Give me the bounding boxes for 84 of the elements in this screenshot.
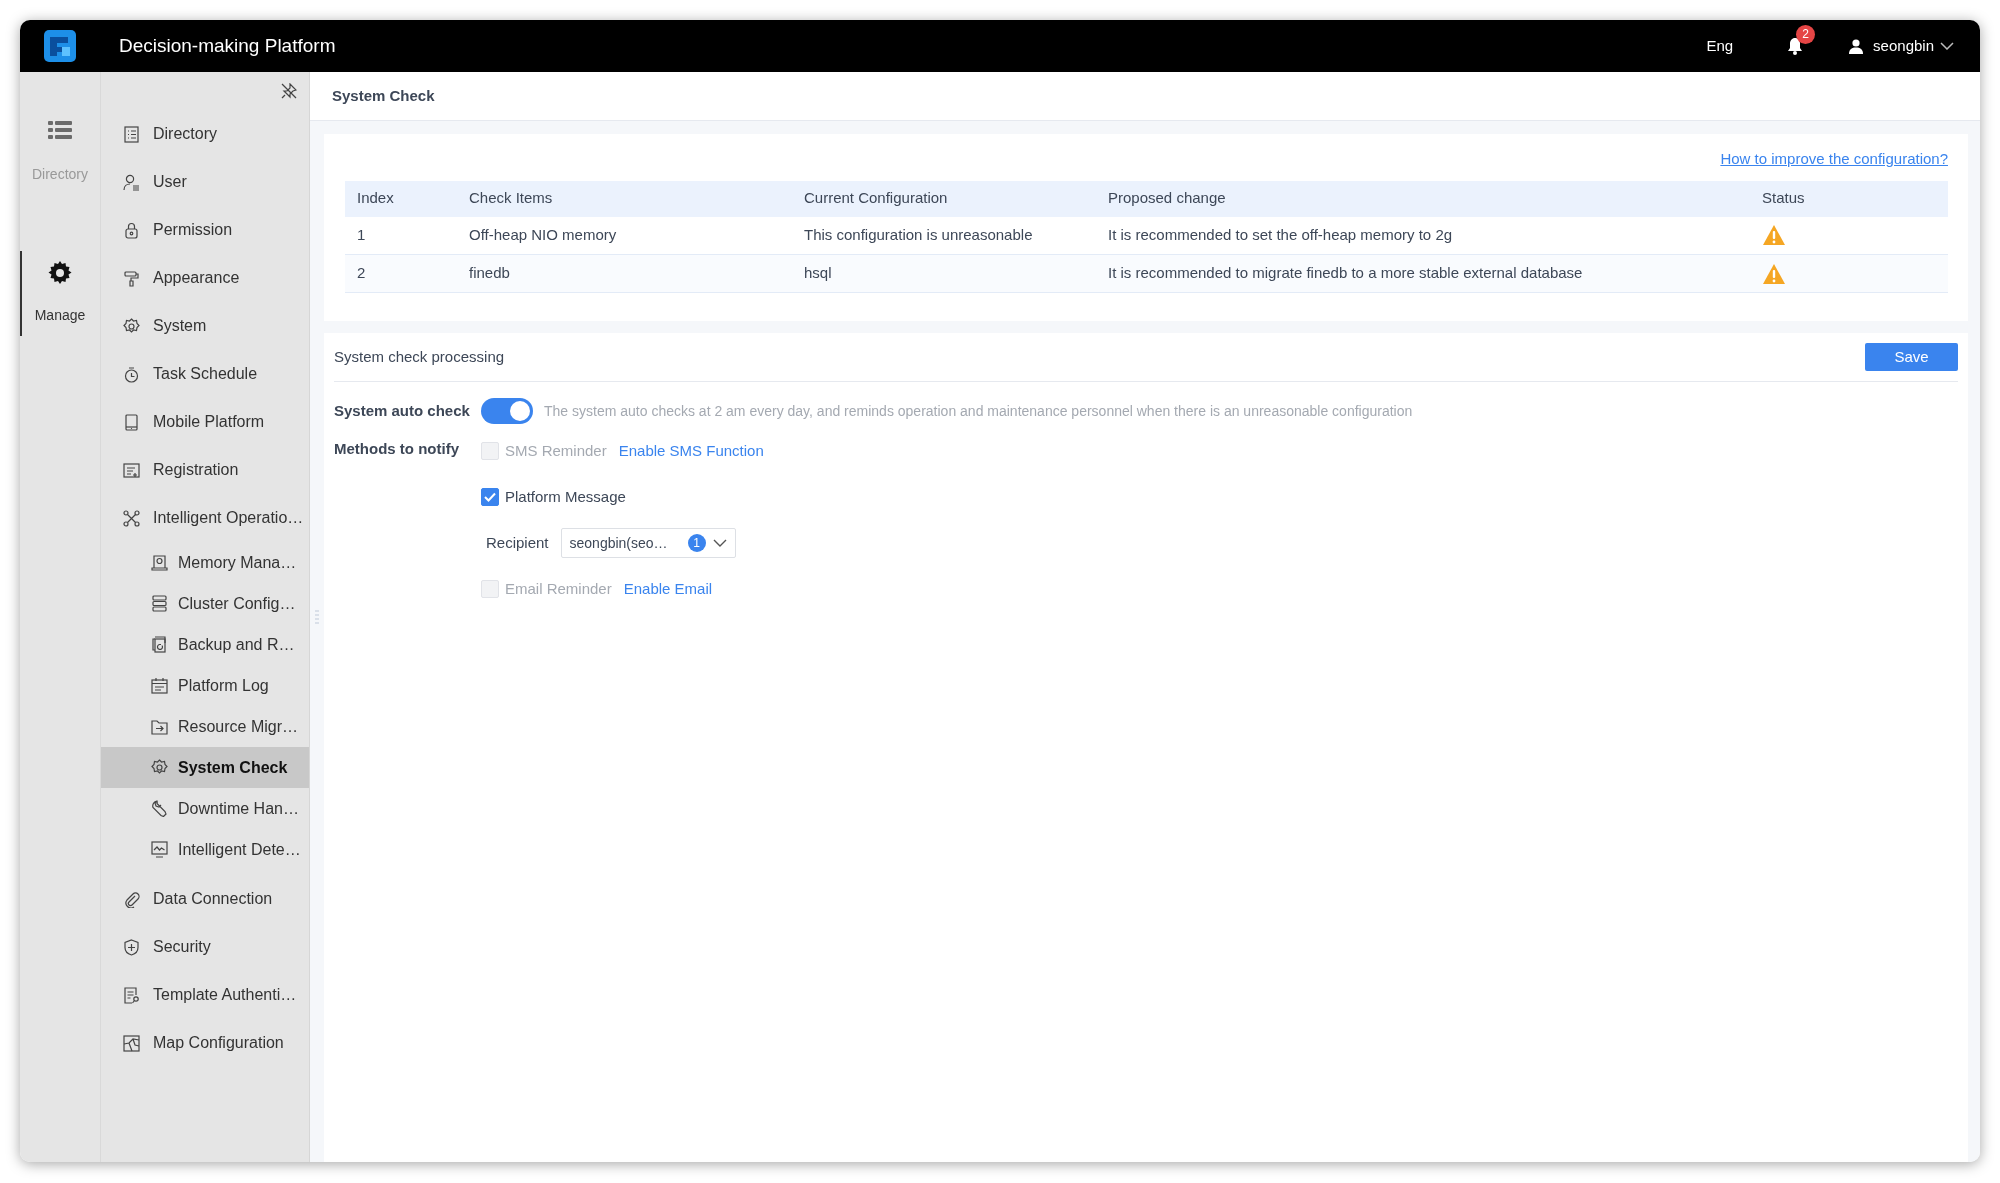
column-header: Index [345,180,457,217]
paperclip-icon [123,890,140,908]
column-header: Current Configuration [792,180,1096,217]
shield-icon [123,938,140,956]
padlock-icon [123,221,140,239]
form-icon [123,461,140,479]
recipient-select[interactable]: seongbin(seo… 1 [560,528,736,558]
sidebar-item[interactable]: Mobile Platform [101,398,309,446]
save-button[interactable]: Save [1865,343,1958,371]
wrench-icon [151,800,168,817]
table-cell: finedb [457,254,792,293]
calendar-list-icon [151,677,168,694]
chevron-down-icon [1940,42,1954,50]
option-label: SMS Reminder [505,440,607,461]
gear-icon [48,261,72,285]
sidebar-item[interactable]: Intelligent Dete… [101,829,309,870]
logo-icon [43,29,77,63]
sidebar-item[interactable]: Cluster Config… [101,583,309,624]
map-icon [123,1034,140,1052]
field-label: System auto check [334,400,471,421]
sidebar-item[interactable]: System [101,302,309,350]
table-cell: This configuration is unreasonable [792,216,1096,255]
checkbox[interactable] [481,488,499,506]
sidebar-item[interactable]: Platform Log [101,665,309,706]
folder-arrow-icon [151,718,168,735]
column-header: Check Items [457,180,792,217]
list-icon [48,120,72,140]
count-badge: 1 [687,534,706,552]
sidebar-item[interactable]: Template Authenti… [101,971,309,1019]
field-label: Methods to notify [334,439,460,459]
column-header: Proposed change [1096,180,1750,217]
rail-tab[interactable]: Manage [20,251,100,336]
gear-icon [123,317,140,335]
notification-badge: 2 [1796,25,1816,44]
sidebar-item[interactable]: Directory [101,110,309,158]
sidebar-item[interactable]: Permission [101,206,309,254]
table-cell: Off-heap NIO memory [457,216,792,255]
sidebar-item[interactable]: System Check [101,747,309,788]
bell-icon[interactable] [1787,37,1804,55]
table-cell: It is recommended to set the off-heap memory to 2g [1096,216,1750,255]
table-cell: 2 [345,254,457,293]
backup-icon [151,636,168,653]
tablet-icon [123,413,140,431]
memory-icon [151,554,168,571]
sidebar-item[interactable]: Data Connection [101,875,309,923]
option-label: Email Reminder [505,578,612,599]
network-icon [123,509,140,527]
list-icon [123,125,140,143]
user-menu[interactable]: seongbin [1849,34,1954,58]
sidebar-item[interactable]: Registration [101,446,309,494]
document-edit-icon [123,986,140,1004]
monitor-chart-icon [151,841,168,858]
sidebar-item[interactable]: Intelligent Operatio… [101,494,309,542]
checkmark-icon [484,492,496,502]
sidebar-item[interactable]: Memory Mana… [101,542,309,583]
sidebar-item[interactable]: Downtime Han… [101,788,309,829]
unpin-icon [281,83,297,99]
stopwatch-icon [123,365,140,383]
field-label: Recipient [486,532,549,553]
language-button[interactable]: Eng [1706,34,1734,58]
sidebar-item[interactable]: Resource Migr… [101,706,309,747]
table-cell: 1 [345,216,457,255]
section-title: System check processing [334,346,505,367]
column-header: Status [1750,180,1948,217]
sidebar-item[interactable]: User [101,158,309,206]
paint-roller-icon [123,269,140,287]
description-text: The system auto checks at 2 am every day, and reminds operation and maintenance personnel when there is an unreasonable configuration [544,401,1413,421]
page-title: System Check [332,85,435,106]
option-label: Platform Message [505,486,626,507]
sidebar-item[interactable]: Security [101,923,309,971]
chevron-down-icon [712,539,727,547]
user-icon [123,173,140,191]
user-icon [1849,38,1864,54]
sidebar-item[interactable]: Map Configuration [101,1019,309,1067]
app-title: Decision-making Platform [119,33,336,58]
sidebar-item[interactable]: Appearance [101,254,309,302]
gear-icon [151,759,168,776]
server-icon [151,595,168,612]
help-link[interactable]: How to improve the configuration? [1720,148,1948,171]
table-cell: It is recommended to migrate finedb to a more stable external database [1096,254,1750,293]
toggle-switch[interactable] [481,398,533,424]
sidebar-item[interactable]: Backup and R… [101,624,309,665]
sidebar-item[interactable]: Task Schedule [101,350,309,398]
table-cell: hsql [792,254,1096,293]
